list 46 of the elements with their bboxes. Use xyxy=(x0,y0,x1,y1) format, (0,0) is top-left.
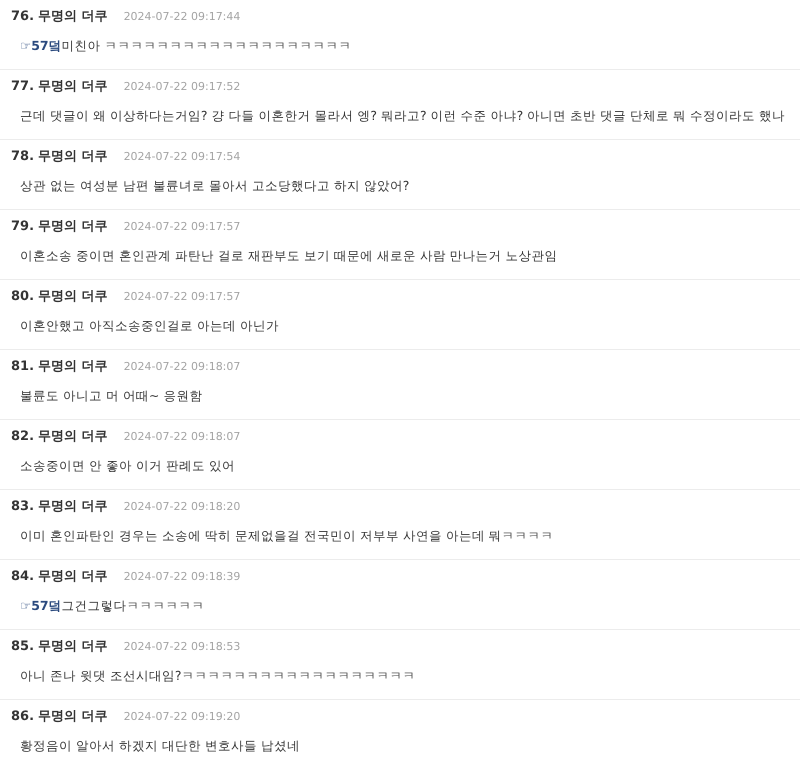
comment-text: ☞57덬 그건그렇다ㅋㅋㅋㅋㅋㅋ xyxy=(20,597,206,615)
author-name: 무명의 더쿠 xyxy=(38,218,108,236)
comment-number: 82. xyxy=(11,428,34,446)
comment-timestamp: 2024-07-22 09:18:07 xyxy=(124,359,240,375)
comment-number: 80. xyxy=(11,288,34,306)
comment-text: 불륜도 아니고 머 어때~ 응원함 xyxy=(20,387,204,405)
comment-timestamp: 2024-07-22 09:18:53 xyxy=(124,639,240,655)
author-name: 무명의 더쿠 xyxy=(38,498,108,516)
comment-timestamp: 2024-07-22 09:17:57 xyxy=(124,289,240,305)
comment-timestamp: 2024-07-22 09:17:54 xyxy=(124,149,240,165)
author-name: 무명의 더쿠 xyxy=(38,428,108,446)
comment-text: 아니 존나 윗댓 조선시대임?ㅋㅋㅋㅋㅋㅋㅋㅋㅋㅋㅋㅋㅋㅋㅋㅋㅋㅋ xyxy=(20,667,417,685)
comment-number: 81. xyxy=(11,358,34,376)
comment-timestamp: 2024-07-22 09:17:44 xyxy=(124,9,240,25)
comment-text: 이미 혼인파탄인 경우는 소송에 딱히 문제없을걸 전국민이 저부부 사연을 아는데 뭐ㅋㅋㅋㅋ xyxy=(20,527,555,545)
comment-number: 77. xyxy=(11,78,34,96)
comment-number: 78. xyxy=(11,148,34,166)
author-name: 무명의 더쿠 xyxy=(38,288,108,306)
comment-text: ☞57덬 미친아 ㅋㅋㅋㅋㅋㅋㅋㅋㅋㅋㅋㅋㅋㅋㅋㅋㅋㅋㅋ xyxy=(20,37,353,55)
comment-timestamp: 2024-07-22 09:17:52 xyxy=(124,79,240,95)
comment-text: 이혼안했고 아직소송중인걸로 아는데 아닌가 xyxy=(20,317,280,335)
comment-timestamp: 2024-07-22 09:18:07 xyxy=(124,429,240,445)
comment-text: 이혼소송 중이면 혼인관계 파탄난 걸로 재판부도 보기 때문에 새로운 사람 만나는거 노상관임 xyxy=(20,247,559,265)
comment-number: 76. xyxy=(11,8,34,26)
author-name: 무명의 더쿠 xyxy=(38,78,108,96)
comment-timestamp: 2024-07-22 09:19:20 xyxy=(124,709,240,725)
author-name: 무명의 더쿠 xyxy=(38,708,108,726)
comment-number: 79. xyxy=(11,218,34,236)
author-name: 무명의 더쿠 xyxy=(38,358,108,376)
comment-timestamp: 2024-07-22 09:18:20 xyxy=(124,499,240,515)
comment-text: 황정음이 알아서 하겠지 대단한 변호사들 납셨네 xyxy=(20,737,301,755)
comment-timestamp: 2024-07-22 09:18:39 xyxy=(124,569,240,585)
reply-link[interactable]: ☞57덬 xyxy=(20,38,62,53)
author-name: 무명의 더쿠 xyxy=(38,568,108,586)
author-name: 무명의 더쿠 xyxy=(38,638,108,656)
comment-timestamp: 2024-07-22 09:17:57 xyxy=(124,219,240,235)
comment-text: 상관 없는 여성분 남편 불륜녀로 몰아서 고소당했다고 하지 않았어? xyxy=(20,177,410,195)
comment-text: 근데 댓글이 왜 이상하다는거임? 걍 다들 이혼한거 몰라서 엥? 뭐라고? 이런 수준 아냐? 아니면 초반 댓글 단체로 뭐 수정이라도 했나 xyxy=(20,107,786,125)
comment-text: 소송중이면 안 좋아 이거 판례도 있어 xyxy=(20,457,236,475)
author-name: 무명의 더쿠 xyxy=(38,8,108,26)
comment-number: 83. xyxy=(11,498,34,516)
comment-number: 84. xyxy=(11,568,34,586)
comment-number: 86. xyxy=(11,708,34,726)
reply-link[interactable]: ☞57덬 xyxy=(20,598,62,613)
comment-number: 85. xyxy=(11,638,34,656)
author-name: 무명의 더쿠 xyxy=(38,148,108,166)
